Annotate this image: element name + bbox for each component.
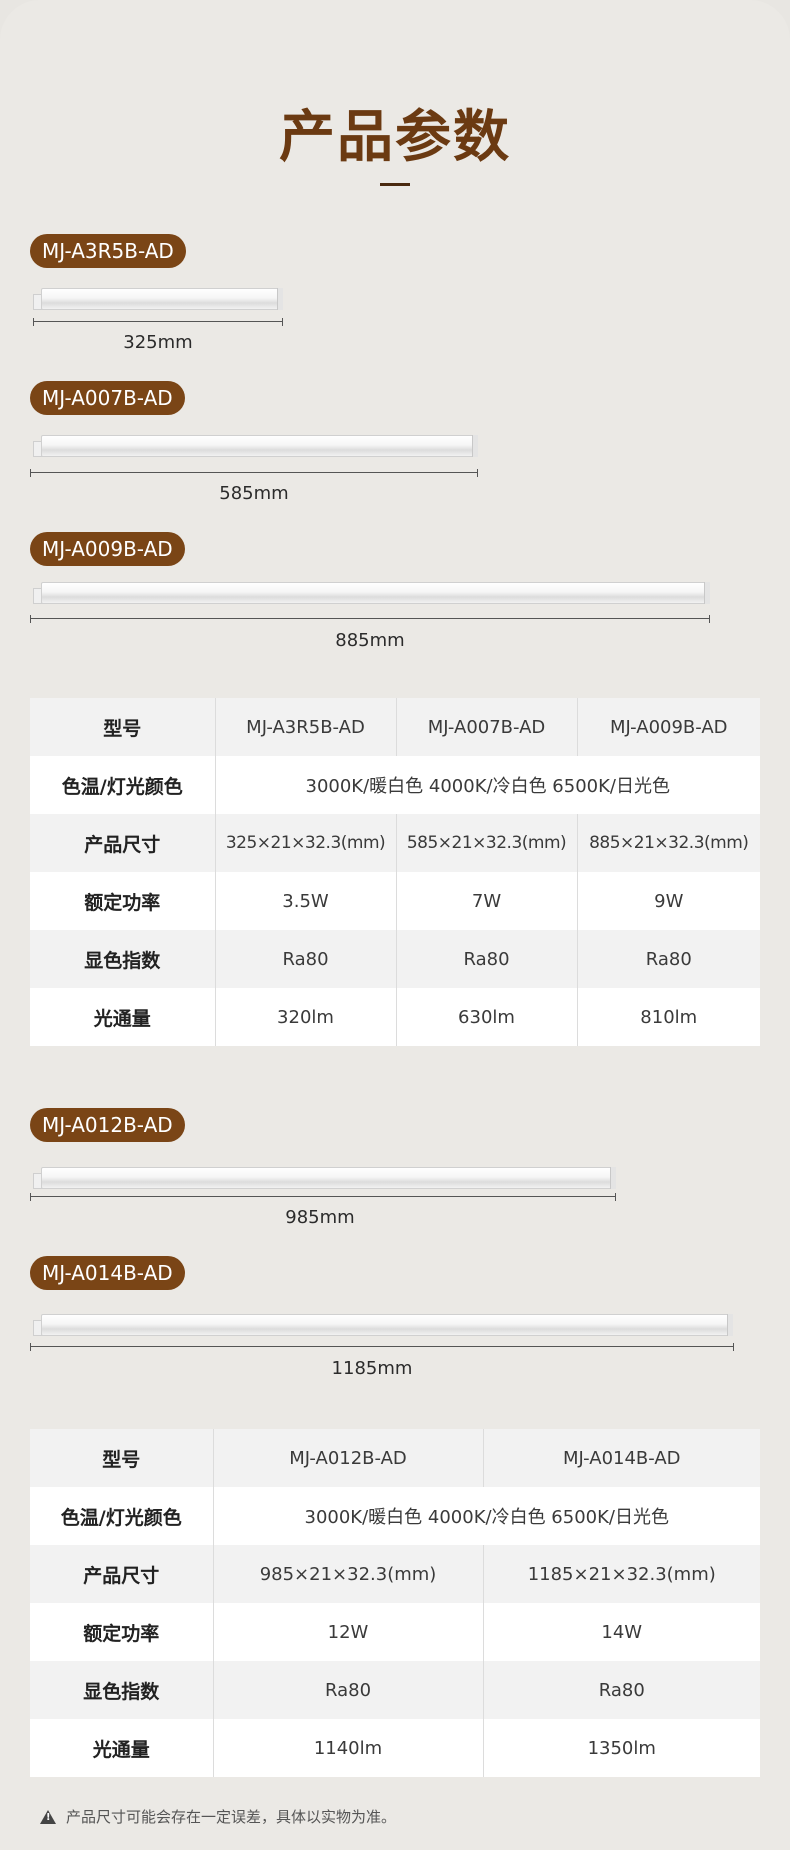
table-cell: 3.5W xyxy=(214,872,396,930)
lamp-image-a009b xyxy=(33,582,710,608)
table-cell: MJ-A007B-AD xyxy=(395,698,577,756)
table-row: 显色指数 Ra80 Ra80 Ra80 xyxy=(30,930,760,988)
disclaimer-note: 产品尺寸可能会存在一定误差，具体以实物为准。 xyxy=(40,1806,396,1827)
table-cell: 1350lm xyxy=(482,1719,760,1777)
table-row: 光通量 1140lm 1350lm xyxy=(30,1719,760,1777)
table-row: 产品尺寸 985×21×32.3(mm) 1185×21×32.3(mm) xyxy=(30,1545,760,1603)
dimension-line-a014b xyxy=(30,1343,734,1351)
table-row: 型号 MJ-A3R5B-AD MJ-A007B-AD MJ-A009B-AD xyxy=(30,698,760,756)
model-pill-a007b: MJ-A007B-AD xyxy=(30,381,185,415)
row-label: 色温/灯光颜色 xyxy=(30,756,215,814)
table-row: 额定功率 12W 14W xyxy=(30,1603,760,1661)
row-label: 色温/灯光颜色 xyxy=(30,1487,213,1545)
table-cell: 9W xyxy=(576,872,760,930)
table-cell: 630lm xyxy=(395,988,577,1046)
lamp-image-a012b xyxy=(33,1167,616,1193)
warning-icon xyxy=(40,1809,56,1824)
table-cell: MJ-A012B-AD xyxy=(212,1429,483,1487)
table-cell: 12W xyxy=(212,1603,483,1661)
table-cell: 14W xyxy=(482,1603,760,1661)
table-cell: 810lm xyxy=(576,988,760,1046)
product-params-page: 产品参数 MJ-A3R5B-AD 325mm MJ-A007B-AD 585mm… xyxy=(0,0,790,1850)
row-label: 显色指数 xyxy=(30,1661,213,1719)
table-cell: Ra80 xyxy=(214,930,396,988)
table-cell: 3000K/暖白色 4000K/冷白色 6500K/日光色 xyxy=(214,756,760,814)
table-cell: MJ-A3R5B-AD xyxy=(214,698,396,756)
table-cell: 7W xyxy=(395,872,577,930)
row-label: 额定功率 xyxy=(30,872,215,930)
dimension-label-a3r5b: 325mm xyxy=(123,332,193,353)
table-cell: Ra80 xyxy=(482,1661,760,1719)
dimension-label-a014b: 1185mm xyxy=(331,1358,413,1379)
row-label: 型号 xyxy=(30,698,215,756)
row-label: 显色指数 xyxy=(30,930,215,988)
table-cell: 985×21×32.3(mm) xyxy=(212,1545,483,1603)
dimension-label-a012b: 985mm xyxy=(285,1207,355,1228)
table-row: 额定功率 3.5W 7W 9W xyxy=(30,872,760,930)
model-pill-a012b: MJ-A012B-AD xyxy=(30,1108,185,1142)
table-cell: Ra80 xyxy=(395,930,577,988)
disclaimer-text: 产品尺寸可能会存在一定误差，具体以实物为准。 xyxy=(66,1808,397,1826)
dimension-line-a3r5b xyxy=(33,318,283,326)
row-label: 光通量 xyxy=(30,1719,213,1777)
table-row: 产品尺寸 325×21×32.3(mm) 585×21×32.3(mm) 885… xyxy=(30,814,760,872)
title-underline xyxy=(380,183,410,186)
lamp-image-a014b xyxy=(33,1314,733,1340)
lamp-image-a007b xyxy=(33,435,478,461)
table-cell: 1140lm xyxy=(212,1719,483,1777)
table-row: 型号 MJ-A012B-AD MJ-A014B-AD xyxy=(30,1429,760,1487)
dimension-line-a012b xyxy=(30,1193,616,1201)
spec-table-a: 型号 MJ-A3R5B-AD MJ-A007B-AD MJ-A009B-AD 色… xyxy=(30,698,760,1046)
table-cell: MJ-A009B-AD xyxy=(576,698,760,756)
dimension-line-a009b xyxy=(30,615,710,623)
model-pill-a009b: MJ-A009B-AD xyxy=(30,532,185,566)
table-row: 光通量 320lm 630lm 810lm xyxy=(30,988,760,1046)
table-cell: 325×21×32.3(mm) xyxy=(214,814,396,872)
row-label: 额定功率 xyxy=(30,1603,213,1661)
dimension-label-a009b: 885mm xyxy=(335,630,405,651)
row-label: 型号 xyxy=(30,1429,213,1487)
model-pill-a014b: MJ-A014B-AD xyxy=(30,1256,185,1290)
table-cell: Ra80 xyxy=(212,1661,483,1719)
table-cell: Ra80 xyxy=(576,930,760,988)
table-row: 色温/灯光颜色 3000K/暖白色 4000K/冷白色 6500K/日光色 xyxy=(30,756,760,814)
row-label: 产品尺寸 xyxy=(30,1545,213,1603)
spec-table-b: 型号 MJ-A012B-AD MJ-A014B-AD 色温/灯光颜色 3000K… xyxy=(30,1429,760,1777)
table-cell: 585×21×32.3(mm) xyxy=(395,814,577,872)
row-label: 产品尺寸 xyxy=(30,814,215,872)
dimension-label-a007b: 585mm xyxy=(219,483,289,504)
table-row: 显色指数 Ra80 Ra80 xyxy=(30,1661,760,1719)
table-cell: 320lm xyxy=(214,988,396,1046)
row-label: 光通量 xyxy=(30,988,215,1046)
dimension-line-a007b xyxy=(30,469,478,477)
model-pill-a3r5b: MJ-A3R5B-AD xyxy=(30,234,186,268)
table-cell: 1185×21×32.3(mm) xyxy=(482,1545,760,1603)
table-cell: 3000K/暖白色 4000K/冷白色 6500K/日光色 xyxy=(212,1487,760,1545)
table-row: 色温/灯光颜色 3000K/暖白色 4000K/冷白色 6500K/日光色 xyxy=(30,1487,760,1545)
table-cell: 885×21×32.3(mm) xyxy=(576,814,760,872)
table-cell: MJ-A014B-AD xyxy=(482,1429,760,1487)
lamp-image-a3r5b xyxy=(33,288,283,314)
page-title: 产品参数 xyxy=(279,105,511,170)
